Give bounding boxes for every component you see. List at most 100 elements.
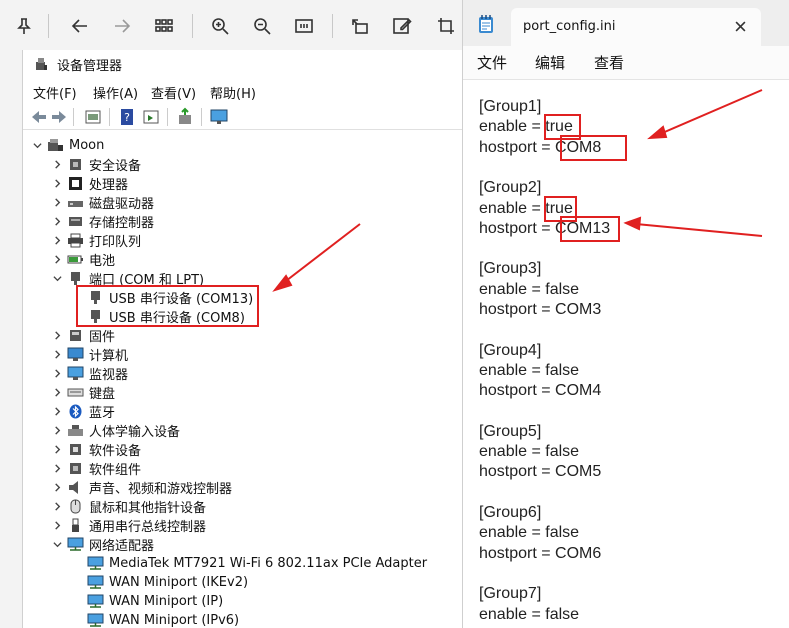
menu-file[interactable]: 文件(F) [33, 83, 77, 102]
chevron-right-icon[interactable] [51, 425, 63, 437]
chevron-right-icon[interactable] [51, 444, 63, 456]
tree-item-label: 打印队列 [89, 235, 142, 250]
tree-item[interactable]: 安全设备 [51, 155, 141, 174]
tree-item[interactable]: 蓝牙 [51, 402, 115, 421]
tree-item[interactable]: 磁盘驱动器 [51, 193, 154, 212]
keyboard-icon [67, 388, 84, 397]
chevron-right-icon[interactable] [51, 501, 63, 513]
device-tree: Moon 安全设备 处理器 磁盘驱动器 存储控制器 打印队列 电池 端口 (CO… [23, 134, 463, 628]
notepad-menu-edit[interactable]: 编辑 [535, 52, 565, 73]
close-icon[interactable] [731, 17, 749, 35]
chevron-right-icon[interactable] [51, 235, 63, 247]
tree-item-network[interactable]: 网络适配器 [51, 535, 154, 554]
editor-line[interactable]: [Group3] [479, 259, 541, 279]
editor-line[interactable]: enable = false [479, 280, 579, 300]
tree-item[interactable]: 固件 [51, 326, 115, 345]
scan-hardware-icon[interactable] [175, 107, 195, 127]
chevron-down-icon[interactable] [31, 140, 43, 152]
tree-item[interactable]: 处理器 [51, 174, 128, 193]
chevron-right-icon[interactable] [51, 463, 63, 475]
rotate-icon[interactable] [346, 12, 374, 40]
network-adapter-icon [67, 537, 84, 551]
help-icon[interactable]: ? [117, 107, 137, 127]
chevron-right-icon[interactable] [51, 159, 63, 171]
update-driver-icon[interactable] [141, 107, 161, 127]
chevron-right-icon[interactable] [51, 482, 63, 494]
tree-item[interactable]: 软件组件 [51, 459, 141, 478]
chevron-right-icon[interactable] [51, 406, 63, 418]
tree-item-label: 通用串行总线控制器 [89, 520, 207, 535]
tree-item[interactable]: WAN Miniport (IPv6) [87, 611, 239, 628]
tree-item[interactable]: WAN Miniport (IKEv2) [87, 573, 248, 592]
edit-icon[interactable] [388, 12, 416, 40]
network-adapter-icon [87, 575, 104, 589]
fit-icon[interactable] [290, 12, 318, 40]
tree-item[interactable]: 软件设备 [51, 440, 141, 459]
notepad-menu-file[interactable]: 文件 [477, 52, 507, 73]
editor-line[interactable]: hostport = COM6 [479, 544, 601, 564]
chevron-right-icon[interactable] [51, 387, 63, 399]
notepad-tab[interactable]: port_config.ini [511, 8, 761, 46]
chevron-down-icon[interactable] [51, 273, 63, 285]
editor-line[interactable]: [Group6] [479, 503, 541, 523]
notepad-menu-view[interactable]: 查看 [594, 52, 624, 73]
toolbar-separator [167, 108, 168, 126]
editor-line[interactable]: [Group5] [479, 422, 541, 442]
tree-item[interactable]: WAN Miniport (IP) [87, 592, 223, 611]
chevron-right-icon[interactable] [51, 368, 63, 380]
forward-arrow-icon[interactable] [108, 12, 136, 40]
device-manager-window: 设备管理器 文件(F) 操作(A) 查看(V) 帮助(H) ? Moon 安全设… [22, 50, 463, 628]
tree-item[interactable]: 通用串行总线控制器 [51, 516, 206, 535]
zoom-in-icon[interactable] [206, 12, 234, 40]
tree-item[interactable]: 打印队列 [51, 231, 141, 250]
annotation-box-group2-com13 [560, 215, 620, 242]
editor-line[interactable]: enable = false [479, 361, 579, 381]
chevron-right-icon[interactable] [51, 349, 63, 361]
chevron-down-icon[interactable] [51, 539, 63, 551]
editor-line[interactable]: hostport = COM4 [479, 381, 601, 401]
printer-icon [68, 233, 83, 248]
editor-line[interactable]: [Group1] [479, 97, 541, 117]
notepad-editor[interactable]: [Group1] enable = true hostport = COM8 [Gro… [463, 81, 789, 628]
editor-line[interactable]: [Group2] [479, 178, 541, 198]
toolbar-separator [332, 14, 333, 38]
tree-item[interactable]: 人体学输入设备 [51, 421, 180, 440]
monitor-scan-icon[interactable] [209, 107, 229, 127]
grid-icon[interactable] [150, 12, 178, 40]
menu-action[interactable]: 操作(A) [93, 83, 138, 102]
tree-item[interactable]: 声音、视频和游戏控制器 [51, 478, 232, 497]
tree-item-label: 软件组件 [89, 463, 142, 478]
network-adapter-icon [87, 594, 104, 608]
properties-icon[interactable] [83, 107, 103, 127]
tree-item[interactable]: 监视器 [51, 364, 128, 383]
chevron-right-icon[interactable] [51, 254, 63, 266]
back-arrow-icon[interactable] [66, 12, 94, 40]
tree-item[interactable]: 存储控制器 [51, 212, 154, 231]
zoom-out-icon[interactable] [248, 12, 276, 40]
chevron-right-icon[interactable] [51, 330, 63, 342]
editor-line[interactable]: enable = false [479, 605, 579, 625]
editor-line[interactable]: enable = false [479, 523, 579, 543]
editor-line[interactable]: [Group4] [479, 341, 541, 361]
editor-line[interactable]: [Group7] [479, 584, 541, 604]
forward-icon[interactable] [49, 107, 69, 127]
chevron-right-icon[interactable] [51, 178, 63, 190]
tree-item[interactable]: MediaTek MT7921 Wi-Fi 6 802.11ax PCIe Ad… [87, 554, 427, 573]
menu-help[interactable]: 帮助(H) [210, 83, 256, 102]
tree-item[interactable]: 电池 [51, 250, 115, 269]
crop-icon[interactable] [432, 12, 460, 40]
menu-view[interactable]: 查看(V) [151, 83, 196, 102]
tree-item[interactable]: 鼠标和其他指针设备 [51, 497, 206, 516]
tree-root-moon[interactable]: Moon [31, 136, 104, 155]
back-icon[interactable] [29, 107, 49, 127]
editor-line[interactable]: hostport = COM3 [479, 300, 601, 320]
editor-line[interactable]: hostport = COM5 [479, 462, 601, 482]
tree-item[interactable]: 计算机 [51, 345, 128, 364]
tree-item[interactable]: 键盘 [51, 383, 115, 402]
editor-line[interactable]: enable = false [479, 442, 579, 462]
chevron-right-icon[interactable] [51, 520, 63, 532]
pin-icon[interactable] [10, 12, 38, 40]
usb-icon [72, 518, 79, 532]
chevron-right-icon[interactable] [51, 197, 63, 209]
chevron-right-icon[interactable] [51, 216, 63, 228]
